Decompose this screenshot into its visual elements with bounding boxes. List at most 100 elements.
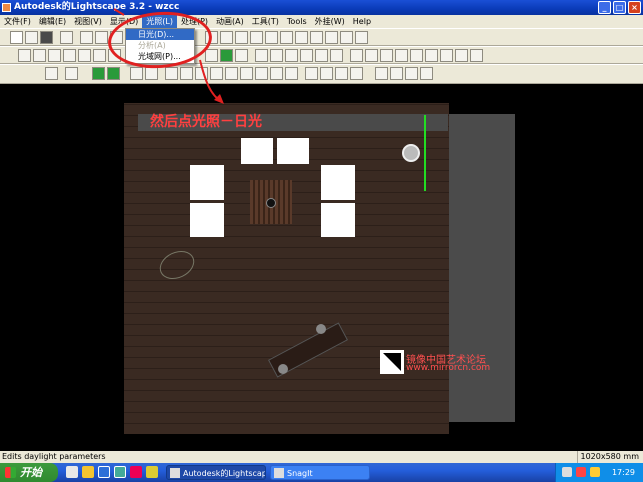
menu-edit[interactable]: 编辑(E)	[35, 15, 70, 28]
edit-icon[interactable]	[365, 49, 378, 62]
select-icon[interactable]	[285, 49, 298, 62]
axis-icon[interactable]	[130, 67, 143, 80]
menu-tools[interactable]: Tools	[283, 15, 311, 28]
render-icon[interactable]	[220, 49, 233, 62]
view-cube-icon[interactable]	[63, 49, 76, 62]
axis-x-icon[interactable]	[165, 67, 178, 80]
maximize-button[interactable]: □	[613, 1, 626, 14]
layer-icon[interactable]	[420, 67, 433, 80]
zoom-icon[interactable]	[250, 31, 263, 44]
open-folder-icon[interactable]	[25, 31, 38, 44]
toolbar-transform	[0, 64, 643, 84]
orbit-icon[interactable]	[325, 31, 338, 44]
layer-icon[interactable]	[375, 67, 388, 80]
tool-icon[interactable]	[220, 31, 233, 44]
pan-icon[interactable]	[280, 31, 293, 44]
table-leg	[278, 364, 288, 374]
view-cube-icon[interactable]	[33, 49, 46, 62]
rotate-icon[interactable]	[310, 31, 323, 44]
green-cube-icon[interactable]	[92, 67, 105, 80]
save-icon[interactable]	[40, 31, 53, 44]
figure-icon[interactable]	[350, 67, 363, 80]
tray-icon[interactable]	[576, 467, 586, 477]
help-icon[interactable]	[95, 31, 108, 44]
quicklaunch-icon[interactable]	[114, 466, 126, 478]
layer-icon[interactable]	[390, 67, 403, 80]
select-icon[interactable]	[300, 49, 313, 62]
view-cube-icon[interactable]	[93, 49, 106, 62]
axis-icon[interactable]	[285, 67, 298, 80]
menu-file[interactable]: 文件(F)	[0, 15, 35, 28]
plane-zx-icon[interactable]	[225, 67, 238, 80]
view-cube-icon[interactable]	[48, 49, 61, 62]
menu-help[interactable]: Help	[349, 15, 375, 28]
figure-icon[interactable]	[335, 67, 348, 80]
quicklaunch-icon[interactable]	[66, 466, 78, 478]
axis-icon[interactable]	[270, 67, 283, 80]
undo-icon[interactable]	[60, 31, 73, 44]
edit-icon[interactable]	[455, 49, 468, 62]
task-label: SnagIt	[287, 469, 313, 478]
axis-z-icon[interactable]	[195, 67, 208, 80]
layer-icon[interactable]	[405, 67, 418, 80]
window-panel	[190, 203, 224, 237]
print-icon[interactable]	[80, 31, 93, 44]
zoom-icon[interactable]	[235, 31, 248, 44]
axis-icon[interactable]	[255, 67, 268, 80]
object-icon[interactable]	[45, 67, 58, 80]
window-title-bar[interactable]: Autodesk的Lightscape 3.2 - wzcc _ □ ×	[0, 0, 643, 15]
quicklaunch-icon[interactable]	[146, 466, 158, 478]
edit-icon[interactable]	[380, 49, 393, 62]
green-cube-icon[interactable]	[107, 67, 120, 80]
quicklaunch-icon[interactable]	[130, 466, 142, 478]
tray-icon[interactable]	[590, 467, 600, 477]
edit-icon[interactable]	[410, 49, 423, 62]
display-icon[interactable]	[235, 49, 248, 62]
edit-icon[interactable]	[350, 49, 363, 62]
figure-icon[interactable]	[305, 67, 318, 80]
start-button[interactable]: 开始	[0, 463, 58, 482]
view-cube-icon[interactable]	[78, 49, 91, 62]
system-tray: 17:29	[555, 463, 643, 482]
edit-icon[interactable]	[470, 49, 483, 62]
table-leg	[316, 324, 326, 334]
menu-view[interactable]: 视图(V)	[70, 15, 106, 28]
window-panel	[321, 165, 355, 200]
side-wall	[449, 114, 515, 422]
edit-icon[interactable]	[440, 49, 453, 62]
display-icon[interactable]	[205, 49, 218, 62]
rug-object[interactable]	[250, 180, 292, 224]
edit-icon[interactable]	[425, 49, 438, 62]
camera-icon[interactable]	[355, 31, 368, 44]
menu-animation[interactable]: 动画(A)	[212, 15, 248, 28]
close-button[interactable]: ×	[628, 1, 641, 14]
menu-plugins[interactable]: 外挂(W)	[311, 15, 349, 28]
view-cube-icon[interactable]	[18, 49, 31, 62]
axis-y-icon[interactable]	[180, 67, 193, 80]
object-icon[interactable]	[65, 67, 78, 80]
window-panel	[321, 203, 355, 237]
plane-xy-icon[interactable]	[210, 67, 223, 80]
pan-icon[interactable]	[265, 31, 278, 44]
figure-icon[interactable]	[320, 67, 333, 80]
quicklaunch-icon[interactable]	[98, 466, 110, 478]
axis-icon[interactable]	[145, 67, 158, 80]
toolbar-views	[0, 46, 643, 64]
lamp-object[interactable]	[402, 144, 420, 162]
task-lightscape[interactable]: Autodesk的Lightscape...	[166, 465, 266, 480]
select-arrow-icon[interactable]	[255, 49, 268, 62]
select-icon[interactable]	[315, 49, 328, 62]
zoom-window-icon[interactable]	[340, 31, 353, 44]
menu-tools-cn[interactable]: 工具(T)	[248, 15, 283, 28]
pan-icon[interactable]	[295, 31, 308, 44]
task-snagit[interactable]: SnagIt	[270, 465, 370, 480]
select-icon[interactable]	[270, 49, 283, 62]
select-icon[interactable]	[330, 49, 343, 62]
new-file-icon[interactable]	[10, 31, 23, 44]
quicklaunch-icon[interactable]	[82, 466, 94, 478]
app-icon	[2, 3, 11, 12]
plane-yz-icon[interactable]	[240, 67, 253, 80]
tray-icon[interactable]	[562, 467, 572, 477]
minimize-button[interactable]: _	[598, 1, 611, 14]
edit-icon[interactable]	[395, 49, 408, 62]
